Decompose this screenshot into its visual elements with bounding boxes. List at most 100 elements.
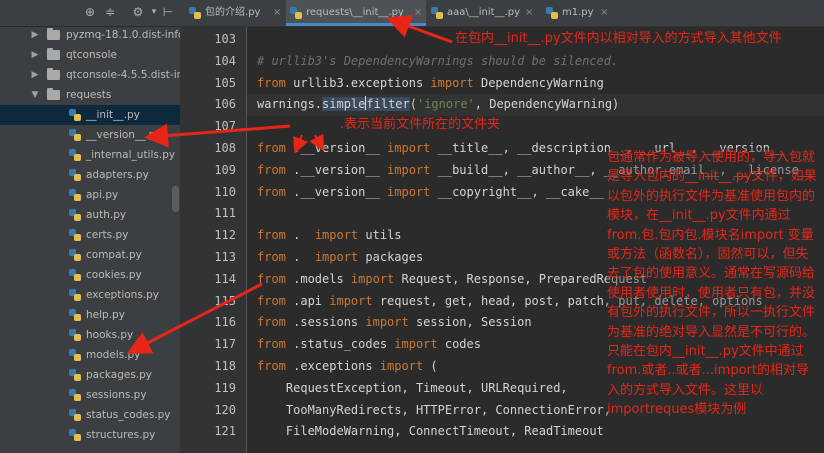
code-token: RequestException, Timeout, URLRequired,: [257, 380, 568, 395]
tree-file[interactable]: adapters.py: [0, 165, 180, 185]
close-icon[interactable]: ×: [525, 0, 533, 26]
code-token: .: [293, 228, 315, 243]
tree-item-label: hooks.py: [86, 329, 134, 341]
editor-tab[interactable]: requests\__init__.py ×: [286, 0, 426, 26]
line-number: 103: [214, 32, 236, 46]
tree-item-label: cookies.py: [86, 269, 142, 281]
tree-file[interactable]: packages.py: [0, 365, 180, 385]
python-file-icon: [69, 409, 81, 421]
tree-item-label: compat.py: [86, 249, 142, 261]
tree-item-label: packages.py: [86, 369, 153, 381]
tree-file[interactable]: __version__.py: [0, 125, 180, 145]
tree-folder[interactable]: ▼ requests: [0, 85, 180, 105]
sidebar-scrollbar[interactable]: [172, 186, 179, 212]
line-number: 108: [214, 141, 236, 155]
code-token: simple: [322, 97, 366, 112]
editor-tabbar: 包的介绍.py × requests\__init__.py × aaa\__init_…: [180, 0, 824, 27]
tree-item-label: _internal_utils.py: [86, 149, 176, 161]
folder-icon: [47, 48, 60, 60]
tree-file[interactable]: sessions.py: [0, 385, 180, 405]
code-token: from: [257, 271, 294, 286]
tree-item-label: sessions.py: [86, 389, 147, 401]
code-token: .sessions: [293, 315, 366, 330]
code-token: import: [350, 271, 402, 286]
chevron-down-icon[interactable]: ▼: [30, 85, 40, 105]
line-number: 111: [214, 206, 236, 221]
code-token: .models: [293, 271, 351, 286]
code-token: from: [257, 184, 294, 199]
tree-item-label: qtconsole-4.5.5.dist-info: [66, 69, 180, 81]
python-file-icon: [69, 229, 81, 241]
code-token: import: [314, 250, 366, 264]
tree-file[interactable]: structures.py: [0, 425, 180, 445]
close-icon[interactable]: ×: [414, 0, 422, 26]
tree-file[interactable]: exceptions.py: [0, 285, 180, 305]
tree-item-label: api.py: [86, 189, 119, 201]
python-file-icon: [69, 109, 81, 121]
chevron-right-icon[interactable]: ▶: [30, 45, 40, 65]
annotation-dot-meaning: .表示当前文件所在的文件夹: [340, 117, 501, 132]
locate-icon[interactable]: ⊕: [82, 4, 98, 20]
tree-folder[interactable]: ▶ qtconsole: [0, 45, 180, 65]
python-file-icon: [69, 129, 81, 141]
tree-file[interactable]: help.py: [0, 305, 180, 325]
tab-label: 包的介绍.py: [205, 7, 261, 18]
code-token: from: [257, 315, 294, 330]
editor-tab[interactable]: 包的介绍.py ×: [185, 0, 285, 26]
code-token: import: [430, 75, 481, 90]
code-token: (: [409, 97, 417, 112]
code-token: from: [257, 141, 294, 155]
line-number: 107: [214, 119, 236, 134]
close-icon[interactable]: ×: [600, 0, 608, 26]
python-file-icon: [69, 189, 81, 201]
code-token: .exceptions: [293, 359, 380, 373]
gear-icon[interactable]: ⚙: [130, 4, 146, 20]
code-line: from .exceptions import (: [257, 355, 438, 377]
tree-file[interactable]: certs.py: [0, 225, 180, 245]
editor-tab[interactable]: aaa\__init__.py ×: [427, 0, 537, 26]
code-token: .status_codes: [293, 337, 395, 352]
code-line: from urllib3.exceptions import Dependenc…: [257, 72, 604, 94]
editor-tab[interactable]: m1.py ×: [542, 0, 612, 26]
code-line: TooManyRedirects, HTTPError, ConnectionE…: [257, 399, 611, 421]
tree-item-label: help.py: [86, 309, 125, 321]
python-file-icon: [546, 7, 558, 19]
code-token: # urllib3's DependencyWarnings should be…: [257, 53, 619, 68]
code-line: from .sessions import session, Session: [257, 311, 532, 333]
code-token: from: [257, 359, 294, 373]
tree-file[interactable]: api.py: [0, 185, 180, 205]
python-file-icon: [69, 329, 81, 341]
tree-file[interactable]: _internal_utils.py: [0, 145, 180, 165]
line-number: 114: [214, 271, 236, 286]
tree-file[interactable]: hooks.py: [0, 325, 180, 345]
code-token: from: [257, 337, 294, 352]
tree-file[interactable]: auth.py: [0, 205, 180, 225]
line-number: 106: [214, 97, 236, 112]
code-token: __copyright__, __cake__: [437, 184, 604, 199]
python-file-icon: [69, 169, 81, 181]
tree-folder[interactable]: ▶ pyzmq-18.1.0.dist-info: [0, 25, 180, 45]
code-token: from: [257, 162, 294, 177]
tree-item-label: requests: [66, 89, 112, 101]
code-line: from . import packages: [257, 246, 423, 268]
tree-file[interactable]: models.py: [0, 345, 180, 365]
hide-icon[interactable]: ⊢: [160, 4, 176, 20]
code-token: import: [387, 184, 438, 199]
code-token: .: [293, 250, 315, 264]
tree-file[interactable]: status_codes.py: [0, 405, 180, 425]
tree-folder[interactable]: ▶ qtconsole-4.5.5.dist-info: [0, 65, 180, 85]
chevron-right-icon[interactable]: ▶: [30, 25, 40, 45]
tree-file[interactable]: __init__.py: [0, 105, 180, 125]
split-icon[interactable]: ≑: [102, 4, 118, 20]
chevron-right-icon[interactable]: ▶: [30, 65, 40, 85]
code-line: from .models import Request, Response, P…: [257, 268, 647, 290]
code-token: warnings.: [257, 97, 323, 112]
code-token: from: [257, 75, 294, 90]
close-icon[interactable]: ×: [273, 0, 281, 26]
code-token: from: [257, 250, 294, 264]
code-token: .__version__: [293, 184, 388, 199]
code-line: # urllib3's DependencyWarnings should be…: [257, 50, 618, 72]
tree-file[interactable]: compat.py: [0, 245, 180, 265]
python-file-icon: [69, 349, 81, 361]
tree-file[interactable]: cookies.py: [0, 265, 180, 285]
